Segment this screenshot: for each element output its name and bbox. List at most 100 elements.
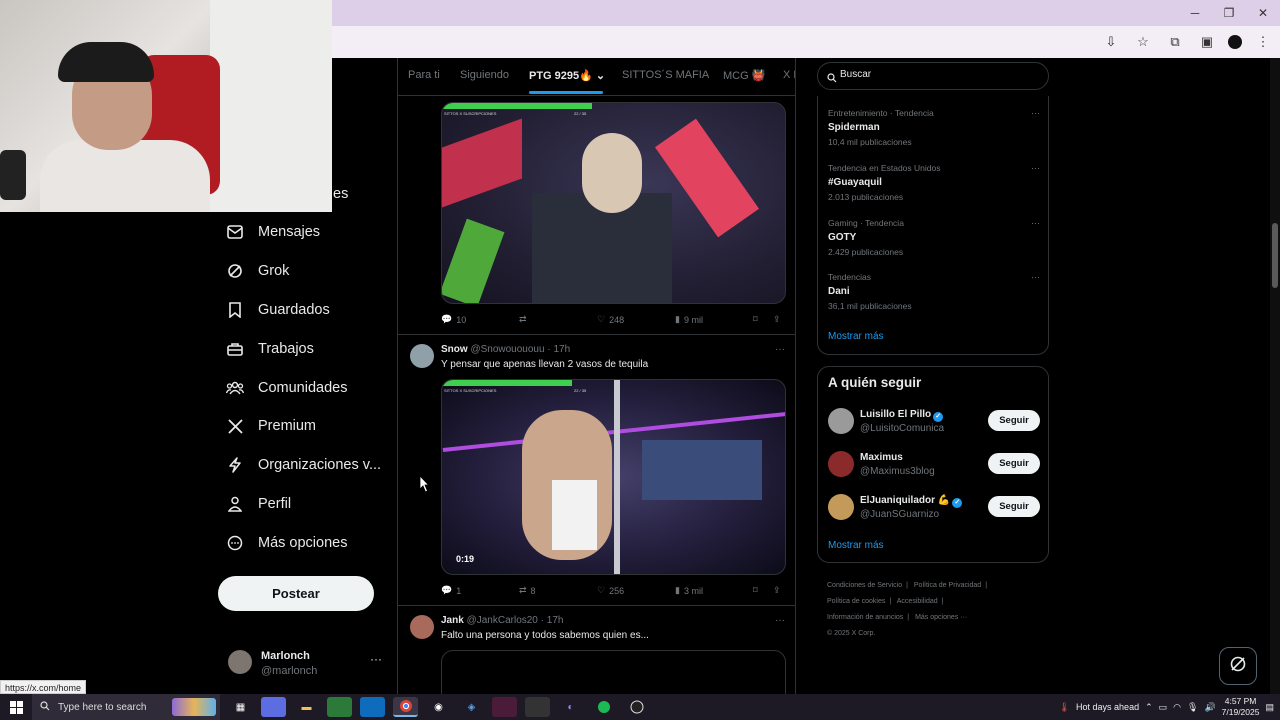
tweet-media[interactable]: SITTOS X SUSCRIPCIONES 22 / 35: [441, 102, 786, 304]
minimize-button[interactable]: ─: [1178, 0, 1212, 26]
side-panel-icon[interactable]: ▣: [1196, 34, 1218, 50]
footer-link-privacy[interactable]: Política de Privacidad: [914, 582, 981, 589]
tab-sittos-mafia[interactable]: SITTOS´S MAFIA: [622, 69, 709, 81]
start-button[interactable]: [0, 694, 32, 720]
sidebar-item-communities[interactable]: Comunidades: [226, 373, 347, 403]
footer-link-ads-info[interactable]: Información de anuncios: [827, 614, 903, 621]
follow-suggestion[interactable]: ElJuaniquilador 💪 ✓ @JuanSGuarnizo Seguir: [828, 493, 1040, 523]
tab-ptg[interactable]: PTG 9295🔥 ⌄: [529, 69, 605, 82]
epic-games-icon[interactable]: [525, 697, 550, 717]
share-button[interactable]: ⇪: [773, 314, 781, 325]
follow-button[interactable]: Seguir: [988, 410, 1040, 431]
close-window-button[interactable]: ✕: [1246, 0, 1280, 26]
tweet-video[interactable]: SITTOS X SUSCRIPCIONES 22 / 35 0:19: [441, 379, 786, 575]
reply-button[interactable]: 💬 1: [441, 585, 461, 596]
file-explorer-icon[interactable]: ▬: [294, 697, 319, 717]
davinci-icon[interactable]: [492, 697, 517, 717]
like-button[interactable]: ♡ 256: [597, 585, 624, 596]
restore-button[interactable]: ❐: [1212, 0, 1246, 26]
tab-para-ti[interactable]: Para ti: [408, 69, 440, 81]
weather-text[interactable]: Hot days ahead: [1076, 702, 1139, 712]
trend-more-icon[interactable]: ···: [1031, 108, 1040, 118]
steam-icon[interactable]: ◉: [426, 697, 451, 717]
views-button[interactable]: ▮ 3 mil: [675, 585, 703, 596]
copilot-icon[interactable]: [261, 697, 286, 717]
microphone-icon[interactable]: 🎙: [1187, 702, 1198, 713]
like-button[interactable]: ♡ 248: [597, 314, 624, 325]
network-icon[interactable]: ▭: [1159, 702, 1168, 713]
obs-icon[interactable]: [624, 697, 649, 717]
tweet-author-name[interactable]: Jank: [441, 615, 464, 626]
retweet-button[interactable]: ⇄ 8: [519, 585, 536, 596]
post-button[interactable]: Postear: [218, 576, 374, 611]
scrollbar-thumb[interactable]: [1272, 223, 1278, 288]
sidebar-item-profile[interactable]: Perfil: [226, 489, 291, 519]
footer-link-more[interactable]: Más opciones ···: [915, 614, 967, 621]
bookmark-star-icon[interactable]: ☆: [1132, 34, 1154, 50]
spotify-icon[interactable]: [591, 697, 616, 717]
sidebar-item-messages[interactable]: Mensajes: [226, 217, 320, 247]
sidebar-item-more[interactable]: Más opciones: [226, 528, 347, 558]
views-button[interactable]: ▮ 9 mil: [675, 314, 703, 325]
discord-icon[interactable]: ◐: [558, 697, 583, 717]
trend-item[interactable]: Entretenimiento · Tendencia Spiderman 10…: [828, 108, 1040, 147]
grok-floating-button[interactable]: [1219, 647, 1257, 685]
footer-link-cookies[interactable]: Política de cookies: [827, 598, 885, 605]
footer-link-accessibility[interactable]: Accesibilidad: [897, 598, 938, 605]
sidebar-item-premium[interactable]: Premium: [226, 411, 316, 441]
follow-suggestion[interactable]: Maximus @Maximus3blog Seguir: [828, 450, 1040, 480]
search-input[interactable]: [840, 69, 1040, 80]
follow-button[interactable]: Seguir: [988, 453, 1040, 474]
tweet-more-icon[interactable]: ···: [775, 344, 785, 355]
follow-suggestion[interactable]: Luisillo El Pillo ✓ @LuisitoComunica Segu…: [828, 407, 1040, 437]
page-scrollbar[interactable]: [1270, 58, 1280, 694]
sidebar-item-jobs[interactable]: Trabajos: [226, 334, 314, 364]
avatar[interactable]: [410, 615, 434, 639]
tweet-author-name[interactable]: Snow: [441, 344, 468, 355]
extensions-icon[interactable]: ⧉: [1164, 34, 1186, 50]
browser-menu-icon[interactable]: ⋮: [1252, 34, 1274, 50]
install-app-icon[interactable]: ⇩: [1100, 34, 1122, 50]
trends-show-more-link[interactable]: Mostrar más: [828, 331, 884, 342]
account-more-icon[interactable]: ···: [370, 652, 382, 666]
tweet-author-handle[interactable]: @Snowouououu: [470, 344, 544, 355]
share-button[interactable]: ⇪: [773, 585, 781, 596]
sidebar-item-organizations[interactable]: Organizaciones v...: [226, 450, 381, 480]
volume-icon[interactable]: 🔊: [1204, 702, 1215, 713]
tweet-media[interactable]: [441, 650, 786, 694]
notifications-icon[interactable]: ▤: [1265, 702, 1274, 713]
tweet-more-icon[interactable]: ···: [775, 615, 785, 626]
search-box[interactable]: [817, 62, 1049, 90]
bookmark-button[interactable]: ⌑: [753, 314, 758, 325]
tab-partial[interactable]: X R: [783, 69, 795, 81]
footer-link-terms[interactable]: Condiciones de Servicio: [827, 582, 902, 589]
chrome-icon[interactable]: [393, 697, 418, 717]
reply-button[interactable]: 💬 10: [441, 314, 466, 325]
sidebar-item-grok[interactable]: Grok: [226, 256, 289, 286]
trend-item[interactable]: Tendencia en Estados Unidos #Guayaquil 2…: [828, 163, 1040, 202]
account-switcher[interactable]: Marlonch @marlonch ···: [228, 648, 388, 680]
avatar[interactable]: [410, 344, 434, 368]
clock[interactable]: 4:57 PM 7/19/2025: [1222, 696, 1260, 718]
retweet-button[interactable]: ⇄: [519, 314, 531, 325]
trend-item[interactable]: Tendencias Dani 36,1 mil publicaciones ·…: [828, 272, 1040, 311]
trend-item[interactable]: Gaming · Tendencia GOTY 2.429 publicacio…: [828, 218, 1040, 257]
tweet-time[interactable]: · 17h: [541, 615, 564, 626]
taskbar-search[interactable]: Type here to search: [32, 694, 220, 720]
tab-mcg[interactable]: MCG 👹: [723, 69, 765, 82]
trend-more-icon[interactable]: ···: [1031, 272, 1040, 282]
tray-overflow-icon[interactable]: ⌃: [1145, 702, 1153, 713]
wifi-icon[interactable]: ◠: [1173, 702, 1181, 713]
outlook-icon[interactable]: [360, 697, 385, 717]
sidebar-item-bookmarks[interactable]: Guardados: [226, 295, 330, 325]
store-icon[interactable]: [327, 697, 352, 717]
bookmark-button[interactable]: ⌑: [753, 585, 758, 596]
tab-siguiendo[interactable]: Siguiendo: [460, 69, 509, 81]
trend-more-icon[interactable]: ···: [1031, 218, 1040, 228]
tweet-time[interactable]: · 17h: [547, 344, 570, 355]
task-view-icon[interactable]: ▦: [228, 697, 253, 717]
battlenet-icon[interactable]: ◈: [459, 697, 484, 717]
tweet-author-handle[interactable]: @JankCarlos20: [467, 615, 538, 626]
follow-show-more-link[interactable]: Mostrar más: [828, 540, 884, 551]
browser-profile-avatar[interactable]: [1228, 35, 1242, 49]
